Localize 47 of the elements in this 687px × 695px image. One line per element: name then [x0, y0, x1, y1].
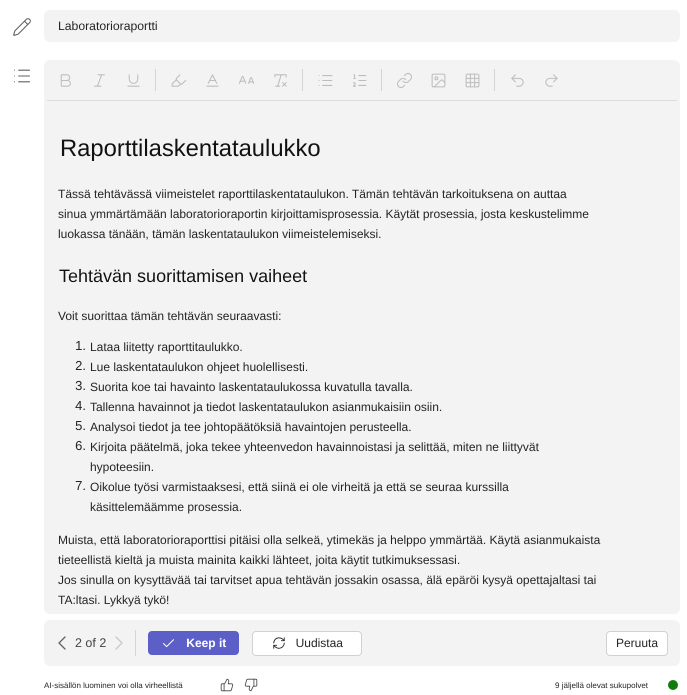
step-text: Lataa liitetty raporttitaulukko. [90, 339, 244, 356]
undo-icon [508, 72, 526, 88]
redo-icon [542, 72, 560, 88]
closing-paragraph: Muista, että laboratorioraporttisi pitäisi olla selkeä, ytimekäs ja helppo ymmärtää. Käytä asianmukaista tieteellistä kieltä ja muista mainita kaikki lähteet, joita käytit tutkimuksessasi. [58, 532, 602, 569]
cancel-button[interactable]: Peruuta [606, 630, 668, 656]
underline-icon [124, 72, 142, 88]
step-number: 3. [75, 377, 87, 395]
step-text: Analysoi tiedot ja tee johtopäätöksiä havaintojen perusteella. [90, 419, 413, 436]
step-number: 4. [75, 397, 87, 415]
refresh-icon [272, 636, 286, 650]
page-counter: 2 of 2 [75, 636, 106, 650]
status-dot-icon [668, 680, 678, 690]
intro-paragraph: Tässä tehtävässä viimeistelet raporttilaskentataulukon. Tämän tehtävän tarkoituksena on auttaa sinua ymmärtämään laboratorioraportin kirjoittamisprosessia. Käytät prosessia, josta keskustelimme luokassa tänään, tämän laskentataulukon viimeistelemiseksi. [58, 186, 590, 243]
link-icon [396, 72, 412, 88]
closing-paragraph: Jos sinulla on kysyttävää tai tarvitset apua tehtävän jossakin osassa, älä epäröi kysyä opettajaltasi tai TA:ltasi. Lykkyä tykö! [58, 572, 598, 609]
remaining-count: 9 jäljellä olevat sukupolvet [555, 680, 648, 690]
chevron-left-icon [58, 636, 66, 650]
section-heading: Tehtävän suorittamisen vaiheet [59, 265, 308, 288]
step-number: 2. [75, 357, 87, 375]
chevron-right-icon [115, 636, 124, 650]
highlighter-icon [170, 72, 186, 88]
step-number: 1. [75, 337, 87, 355]
step-number: 6. [75, 437, 87, 455]
step-text: Suorita koe tai havainto laskentataulukossa kuvatulla tavalla. [90, 379, 414, 396]
lead-text: Voit suorittaa tämän tehtävän seuraavasti: [58, 308, 282, 325]
document-heading: Raporttilaskentataulukko [60, 135, 322, 163]
step-text: Tallenna havainnot ja tiedot laskentataulukon asianmukaisiin osiin. [90, 399, 444, 416]
keep-button[interactable]: Keep it [148, 631, 240, 655]
image-icon [430, 72, 446, 88]
numbered-list-icon [350, 72, 368, 88]
disclaimer-text: AI-sisällön luominen voi olla virheellistä [44, 680, 183, 690]
step-text: Oikolue työsi varmistaaksesi, että siinä ei ole virheitä ja että se seuraa kurssilla käsittelemäämme prosessia. [90, 479, 510, 516]
step-text: Kirjoita päätelmä, joka tekee yhteenvedon havainnoistasi ja selittää, miten ne liittyvät hypoteesiin. [90, 439, 540, 476]
table-icon [464, 72, 480, 88]
pencil-icon[interactable] [12, 17, 32, 37]
thumbs-down-button[interactable] [244, 678, 258, 692]
font-color-icon [204, 72, 220, 88]
step-text: Lue laskentataulukon ohjeet huolellisesti. [90, 359, 310, 376]
thumbs-down-icon [244, 678, 258, 692]
thumbs-up-icon [220, 678, 234, 692]
title-field[interactable]: Laboratorioraportti [44, 10, 680, 42]
step-number: 7. [75, 477, 87, 495]
thumbs-up-button[interactable] [220, 678, 234, 692]
clear-formatting-icon [272, 72, 288, 88]
regenerate-button[interactable]: Uudistaa [252, 630, 362, 656]
previous-button[interactable] [58, 636, 66, 650]
step-number: 5. [75, 417, 87, 435]
